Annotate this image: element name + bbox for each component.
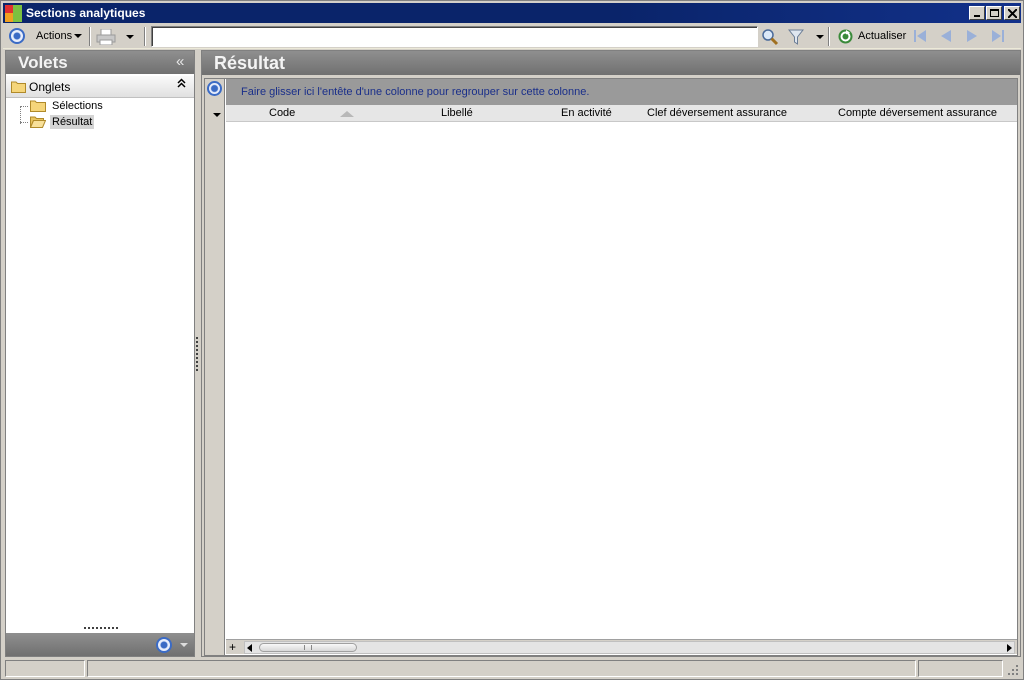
actions-label: Actions [36, 30, 73, 42]
toolbar-separator [89, 27, 91, 46]
chevron-down-icon [74, 34, 83, 39]
result-header: Résultat [202, 51, 1020, 75]
grip-icon [304, 645, 312, 650]
navigation-pane: Volets « Onglets Sélections Résultat [5, 50, 195, 657]
row-selector-icon[interactable] [213, 113, 221, 117]
collapse-pane-button[interactable]: « [176, 53, 184, 70]
result-pane: Résultat Faire glisser ici l'entête d'un… [201, 50, 1021, 657]
scrollbar-thumb[interactable] [259, 643, 357, 652]
options-icon[interactable] [9, 28, 25, 44]
group-header-onglets[interactable]: Onglets [6, 76, 194, 98]
status-cell [918, 660, 1003, 677]
folder-icon [30, 100, 46, 112]
refresh-icon[interactable] [837, 28, 854, 45]
pane-resize-grip[interactable] [84, 627, 118, 630]
scroll-left-icon[interactable] [247, 644, 252, 652]
grid-footer: + [226, 639, 1017, 654]
tree-connector [20, 106, 28, 107]
data-grid: Faire glisser ici l'entête d'une colonne… [204, 78, 1018, 656]
pane-footer [6, 633, 194, 656]
folder-icon [11, 81, 26, 93]
tree-item-resultat[interactable]: Résultat [20, 115, 190, 130]
tree-item-label: Sélections [52, 100, 103, 112]
previous-page-icon[interactable] [938, 29, 954, 43]
maximize-icon [990, 9, 999, 17]
open-folder-icon [30, 116, 46, 128]
tree-connector [20, 122, 28, 123]
filter-dropdown-icon[interactable] [816, 35, 824, 39]
add-row-button[interactable]: + [229, 640, 236, 654]
pane-header: Volets « [6, 51, 194, 74]
filter-icon[interactable] [788, 28, 804, 46]
scroll-right-icon[interactable] [1007, 644, 1012, 652]
actions-menu-button[interactable]: Actions [36, 30, 83, 42]
grid-options-icon[interactable] [207, 81, 222, 96]
search-input[interactable] [151, 26, 758, 47]
column-header-clef-deversement[interactable]: Clef déversement assurance [647, 107, 787, 119]
tree-item-label: Résultat [50, 115, 95, 129]
sort-ascending-icon [340, 111, 354, 117]
column-headers: Code Libellé En activité Clef déversemen… [226, 105, 1017, 122]
status-cell [87, 660, 916, 677]
print-icon[interactable] [96, 29, 116, 45]
app-icon [5, 5, 22, 22]
result-title: Résultat [214, 53, 286, 73]
last-page-icon[interactable] [990, 29, 1006, 43]
next-page-icon[interactable] [964, 29, 980, 43]
status-cell [5, 660, 85, 677]
pane-options-icon[interactable] [156, 637, 172, 653]
splitter-handle[interactable] [196, 337, 199, 371]
maximize-button[interactable] [986, 6, 1002, 20]
tree-item-selections[interactable]: Sélections [20, 99, 190, 114]
title-bar[interactable]: Sections analytiques [3, 3, 1021, 23]
status-bar [3, 659, 1021, 678]
window-title: Sections analytiques [26, 6, 146, 20]
close-icon [1008, 9, 1017, 18]
chevron-down-icon[interactable] [180, 643, 188, 647]
column-header-en-activite[interactable]: En activité [561, 107, 612, 119]
refresh-button[interactable]: Actualiser [858, 30, 906, 42]
column-header-code[interactable]: Code [269, 107, 295, 119]
horizontal-scrollbar[interactable] [244, 641, 1015, 654]
column-header-libelle[interactable]: Libellé [441, 107, 473, 119]
group-by-hint: Faire glisser ici l'entête d'une colonne… [241, 86, 590, 98]
column-header-compte-deversement[interactable]: Compte déversement assurance [838, 107, 997, 119]
resize-grip-icon[interactable] [1007, 664, 1019, 676]
group-by-panel[interactable]: Faire glisser ici l'entête d'une colonne… [226, 79, 1017, 105]
print-dropdown-icon[interactable] [126, 35, 134, 39]
group-label: Onglets [29, 80, 71, 94]
grid-row-gutter [205, 79, 225, 655]
minimize-icon [974, 15, 980, 17]
close-button[interactable] [1004, 6, 1020, 20]
pane-title: Volets [18, 53, 68, 72]
collapse-group-icon[interactable] [177, 78, 186, 91]
search-icon[interactable] [761, 28, 779, 46]
minimize-button[interactable] [969, 6, 985, 20]
toolbar-separator [828, 27, 830, 46]
toolbar-separator [144, 27, 146, 46]
first-page-icon[interactable] [912, 29, 928, 43]
app-window: Sections analytiques Actions Actualiser … [0, 0, 1024, 680]
toolbar: Actions Actualiser [3, 24, 1021, 49]
